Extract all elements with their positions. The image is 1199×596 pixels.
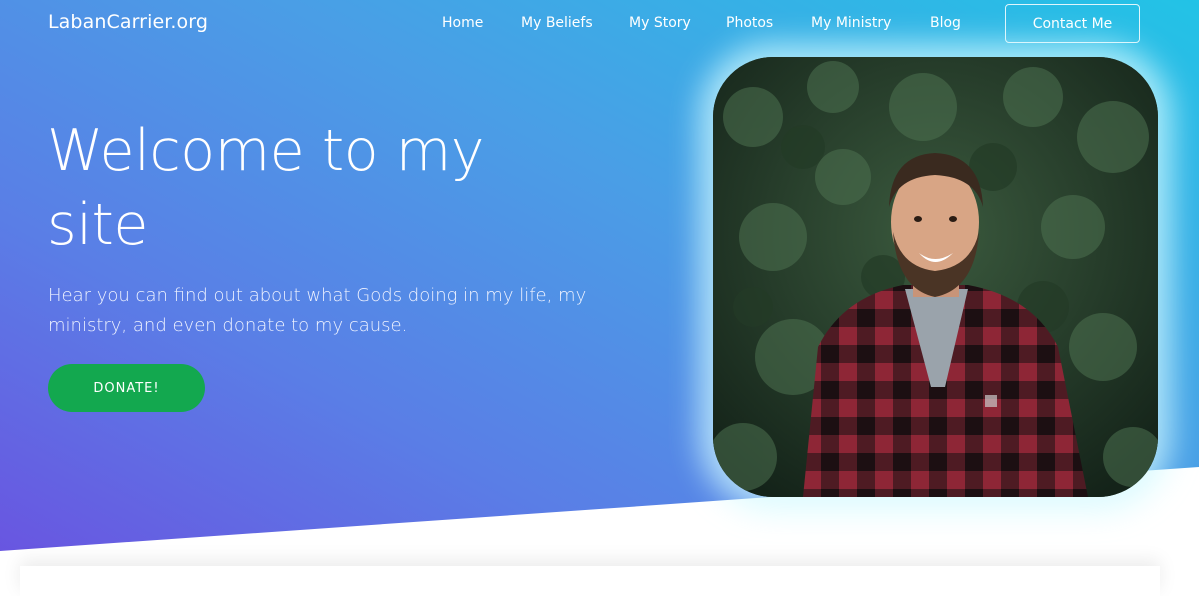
hero-subtitle: Hear you can find out about what Gods do…: [48, 285, 587, 336]
nav-home[interactable]: Home: [442, 15, 483, 31]
nav-photos[interactable]: Photos: [726, 15, 773, 31]
donate-button[interactable]: DONATE!: [48, 364, 205, 412]
content-card-edge: [20, 566, 1160, 596]
nav-blog[interactable]: Blog: [930, 15, 961, 31]
nav-my-beliefs[interactable]: My Beliefs: [521, 15, 593, 31]
nav-my-ministry[interactable]: My Ministry: [811, 15, 891, 31]
contact-me-button[interactable]: Contact Me: [1005, 4, 1140, 43]
hero-title: Welcome to my site: [47, 118, 484, 258]
site-logo-link[interactable]: LabanCarrier.org: [48, 11, 208, 33]
nav-my-story[interactable]: My Story: [629, 15, 691, 31]
portrait-illustration: [713, 57, 1158, 497]
profile-photo: [713, 57, 1158, 497]
